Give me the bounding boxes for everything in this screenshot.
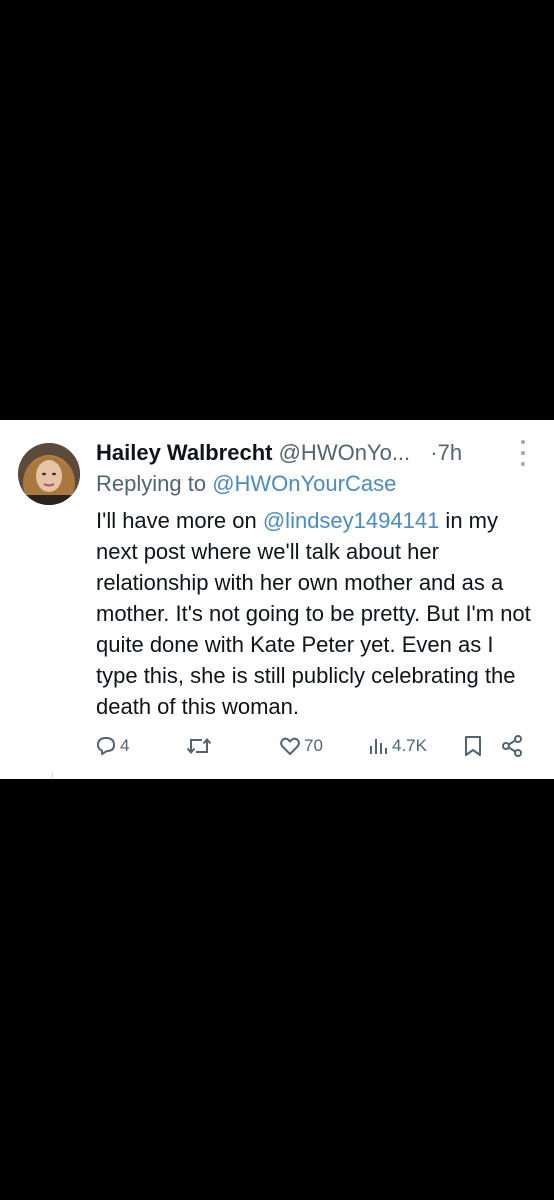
reply-icon <box>97 737 115 755</box>
tweet-mention[interactable]: @lindsey1494141 <box>263 508 439 533</box>
reply-count: 4 <box>120 736 130 755</box>
like-count: 70 <box>304 736 323 755</box>
separator-dot: · <box>430 440 438 465</box>
share-icon <box>502 735 522 757</box>
views-button[interactable]: 4.7K <box>368 730 427 762</box>
reply-button[interactable]: 4 <box>94 730 129 762</box>
avatar-photo <box>18 443 80 505</box>
action-bar: 4 70 4.7K <box>0 730 554 762</box>
replying-to-mention[interactable]: @HWOnYourCase <box>212 471 396 496</box>
views-icon <box>370 739 387 754</box>
replying-to-label: Replying to <box>96 471 213 496</box>
tweet-text: I'll have more on @lindsey1494141 in my … <box>96 505 536 722</box>
author-handle[interactable]: @HWOnYo... <box>279 440 411 465</box>
retweet-icon <box>186 737 212 755</box>
tweet-card[interactable]: Hailey Walbrecht @HWOnYo... ·7h Replying… <box>0 420 554 779</box>
tweet-header: Hailey Walbrecht @HWOnYo... ·7h <box>96 436 496 470</box>
avatar[interactable] <box>18 443 80 505</box>
bookmark-button[interactable] <box>462 730 484 762</box>
tweet-text-part2: in my next post where we'll talk about h… <box>96 508 531 719</box>
replying-to: Replying to @HWOnYourCase <box>96 468 396 500</box>
share-button[interactable] <box>500 730 524 762</box>
retweet-button[interactable] <box>186 730 214 762</box>
screen: Hailey Walbrecht @HWOnYo... ·7h Replying… <box>0 0 554 1200</box>
author-name[interactable]: Hailey Walbrecht <box>96 440 272 465</box>
like-icon <box>280 737 300 755</box>
bookmark-icon <box>465 736 481 756</box>
timestamp[interactable]: 7h <box>438 440 462 465</box>
views-count: 4.7K <box>392 736 427 755</box>
like-button[interactable]: 70 <box>278 730 323 762</box>
thread-line <box>52 772 53 779</box>
more-vertical-icon[interactable] <box>512 440 534 466</box>
tweet-text-part1: I'll have more on <box>96 508 263 533</box>
